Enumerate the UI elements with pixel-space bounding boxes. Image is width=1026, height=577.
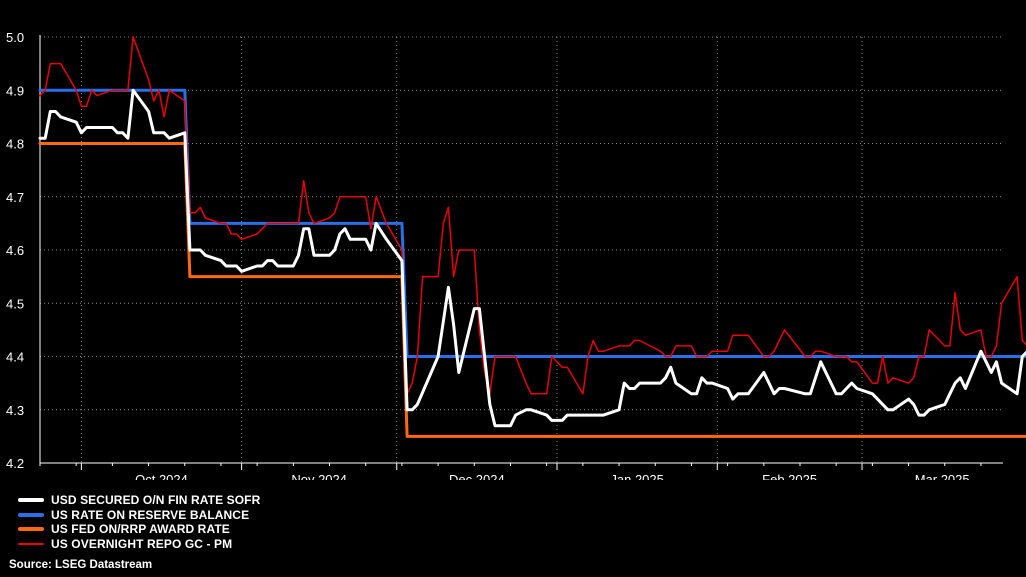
x-tick-label: Dec 2024 bbox=[449, 472, 505, 480]
legend-item: USD SECURED O/N FIN RATE SOFR bbox=[18, 493, 260, 508]
legend-swatch-rrp bbox=[18, 527, 44, 532]
legend-swatch-repo bbox=[18, 542, 44, 545]
y-tick-label: 5.0 bbox=[6, 30, 24, 45]
x-tick-label: Jan 2025 bbox=[610, 472, 664, 480]
x-tick-label: Mar 2025 bbox=[915, 472, 970, 480]
legend-item: US FED ON/RRP AWARD RATE bbox=[18, 522, 260, 537]
source-note: Source: LSEG Datastream bbox=[9, 559, 153, 571]
legend-label-iorb: US RATE ON RESERVE BALANCE bbox=[51, 507, 250, 522]
legend-swatch-sofr bbox=[18, 498, 44, 503]
y-tick-label: 4.2 bbox=[6, 456, 24, 471]
y-tick-label: 4.9 bbox=[6, 83, 24, 98]
legend-label-sofr: USD SECURED O/N FIN RATE SOFR bbox=[51, 493, 261, 508]
y-tick-label: 4.3 bbox=[6, 403, 24, 418]
legend-item: US RATE ON RESERVE BALANCE bbox=[18, 508, 260, 523]
y-tick-label: 4.4 bbox=[6, 350, 24, 365]
legend-swatch-iorb bbox=[18, 512, 44, 517]
legend-label-rrp: US FED ON/RRP AWARD RATE bbox=[51, 522, 230, 537]
y-tick-label: 4.8 bbox=[6, 137, 24, 152]
legend-item: US OVERNIGHT REPO GC - PM bbox=[18, 537, 260, 552]
x-tick-label: Oct 2024 bbox=[135, 472, 188, 480]
x-tick-label: Nov 2024 bbox=[291, 472, 347, 480]
chart-svg: 5.0 4.9 4.8 4.7 4.6 4.5 4.4 4.3 4.2 Oct 2024 Nov 2… bbox=[6, 30, 1026, 480]
y-tick-label: 4.5 bbox=[6, 296, 24, 311]
x-tick-label: Feb 2025 bbox=[762, 472, 817, 480]
y-tick-label: 4.6 bbox=[6, 243, 24, 258]
legend-label-repo: US OVERNIGHT REPO GC - PM bbox=[51, 536, 233, 551]
legend: USD SECURED O/N FIN RATE SOFR US RATE ON… bbox=[18, 493, 260, 551]
y-tick-label: 4.7 bbox=[6, 190, 24, 205]
